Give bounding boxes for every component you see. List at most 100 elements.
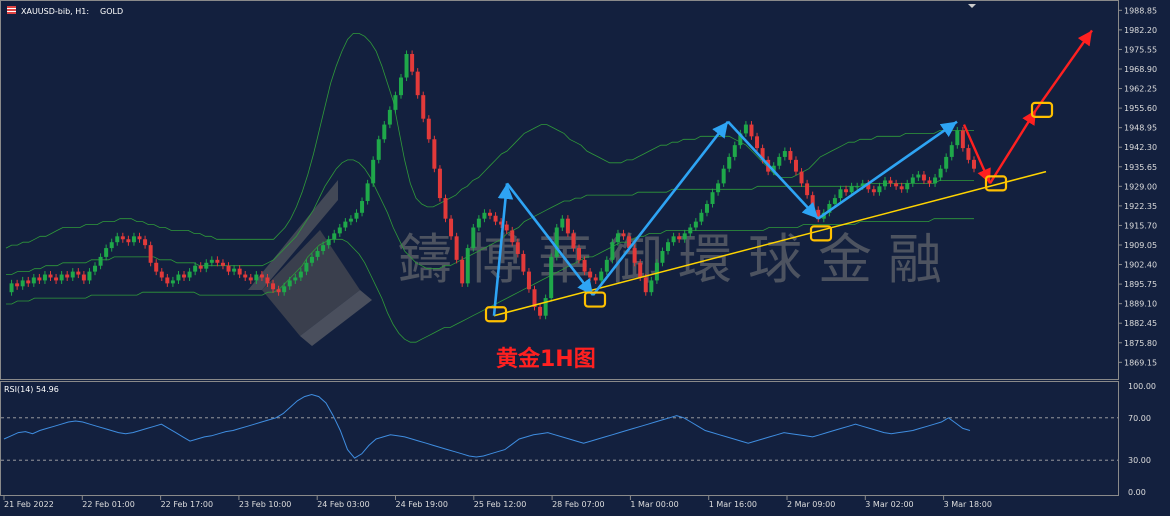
candle-body bbox=[777, 156, 782, 166]
candle-body bbox=[755, 136, 760, 149]
candle-body bbox=[15, 283, 20, 287]
candle-body bbox=[832, 198, 837, 204]
candle-body bbox=[704, 203, 709, 213]
candle-body bbox=[654, 262, 659, 281]
candle-body bbox=[721, 168, 726, 184]
candle-body bbox=[304, 262, 309, 272]
candle-body bbox=[287, 280, 292, 287]
candle-body bbox=[360, 201, 365, 213]
price-tick-label: 1955.60 bbox=[1124, 104, 1157, 113]
price-tick-label: 1915.70 bbox=[1124, 221, 1157, 230]
candle-body bbox=[31, 277, 36, 284]
candle-body bbox=[271, 283, 276, 290]
candle-body bbox=[254, 274, 259, 281]
candle-body bbox=[59, 274, 64, 281]
candle-body bbox=[37, 277, 42, 281]
candle-body bbox=[315, 251, 320, 257]
price-tick-label: 1875.80 bbox=[1124, 339, 1157, 348]
candle-body bbox=[120, 236, 125, 240]
candle-body bbox=[348, 218, 353, 222]
candle-body bbox=[921, 174, 926, 181]
candle-body bbox=[104, 248, 109, 257]
candle-body bbox=[510, 230, 515, 243]
candle-body bbox=[554, 227, 559, 257]
rsi-tick-label: 0.00 bbox=[1128, 488, 1146, 497]
candle-body bbox=[98, 256, 103, 266]
candle-body bbox=[727, 156, 732, 169]
price-tick-label: 1902.40 bbox=[1124, 261, 1157, 270]
price-tick-label: 1922.35 bbox=[1124, 202, 1157, 211]
candle-body bbox=[404, 53, 409, 78]
candle-body bbox=[376, 139, 381, 160]
candle-body bbox=[343, 221, 348, 228]
symbol-header: XAUUSD-bib, H1: GOLD bbox=[7, 6, 123, 16]
candle-body bbox=[137, 236, 142, 240]
time-tick-label: 3 Mar 02:00 bbox=[865, 500, 913, 509]
candle-body bbox=[526, 271, 531, 290]
candle-body bbox=[960, 130, 965, 149]
time-tick-label: 25 Feb 12:00 bbox=[474, 500, 526, 509]
symbol-label: XAUUSD-bib, H1: bbox=[21, 7, 89, 16]
candle-body bbox=[20, 280, 25, 287]
candle-body bbox=[232, 268, 237, 272]
candle-body bbox=[471, 227, 476, 249]
candle-body bbox=[671, 236, 676, 243]
price-tick-label: 1942.30 bbox=[1124, 143, 1157, 152]
candle-body bbox=[426, 118, 431, 140]
candle-body bbox=[48, 274, 53, 278]
candle-body bbox=[126, 239, 131, 243]
candle-body bbox=[693, 221, 698, 228]
candle-body bbox=[87, 271, 92, 281]
candle-body bbox=[560, 218, 565, 228]
candle-body bbox=[176, 274, 181, 281]
candle-body bbox=[933, 177, 938, 184]
candle-body bbox=[332, 233, 337, 240]
candle-body bbox=[649, 280, 654, 293]
candle-body bbox=[743, 124, 748, 134]
candle-body bbox=[54, 277, 59, 281]
candle-body bbox=[298, 271, 303, 278]
price-tick-label: 1869.15 bbox=[1124, 358, 1157, 367]
candle-body bbox=[243, 274, 248, 278]
candle-body bbox=[443, 198, 448, 219]
candle-body bbox=[604, 259, 609, 272]
rsi-tick-label: 100.00 bbox=[1128, 382, 1156, 391]
candle-body bbox=[521, 253, 526, 272]
candle-body bbox=[159, 271, 164, 278]
price-tick-label: 1948.95 bbox=[1124, 124, 1157, 133]
time-tick-label: 21 Feb 2022 bbox=[4, 500, 54, 509]
candle-body bbox=[966, 148, 971, 160]
candle-body bbox=[905, 183, 910, 190]
candle-body bbox=[899, 186, 904, 190]
candle-body bbox=[460, 259, 465, 284]
candle-body bbox=[549, 256, 554, 299]
candle-body bbox=[421, 95, 426, 119]
candle-body bbox=[93, 265, 98, 272]
candle-body bbox=[593, 277, 598, 281]
candle-body bbox=[237, 268, 242, 275]
candle-body bbox=[615, 233, 620, 243]
candle-body bbox=[143, 239, 148, 246]
candle-body bbox=[215, 259, 220, 263]
time-tick-label: 22 Feb 01:00 bbox=[82, 500, 134, 509]
time-tick-label: 2 Mar 09:00 bbox=[787, 500, 835, 509]
candle-body bbox=[393, 95, 398, 110]
candle-body bbox=[9, 283, 14, 293]
candle-body bbox=[938, 168, 943, 178]
candle-body bbox=[571, 233, 576, 249]
chart-window[interactable]: XAUUSD-bib, H1: GOLD 鑄博華御環球金融 黄金1H图 RSI(… bbox=[0, 0, 1170, 512]
candle-body bbox=[321, 245, 326, 252]
candle-body bbox=[894, 183, 899, 187]
price-tick-label: 1909.05 bbox=[1124, 241, 1157, 250]
candle-body bbox=[844, 189, 849, 193]
candle-body bbox=[927, 180, 932, 184]
chart-canvas[interactable]: XAUUSD-bib, H1: GOLD 鑄博華御環球金融 黄金1H图 RSI(… bbox=[0, 0, 1170, 512]
candle-body bbox=[955, 130, 960, 146]
candle-body bbox=[855, 186, 860, 188]
price-tick-label: 1929.00 bbox=[1124, 182, 1157, 191]
candle-body bbox=[643, 277, 648, 293]
candle-body bbox=[476, 218, 481, 228]
candle-body bbox=[365, 183, 370, 202]
candle-body bbox=[749, 124, 754, 137]
candle-body bbox=[42, 274, 47, 281]
